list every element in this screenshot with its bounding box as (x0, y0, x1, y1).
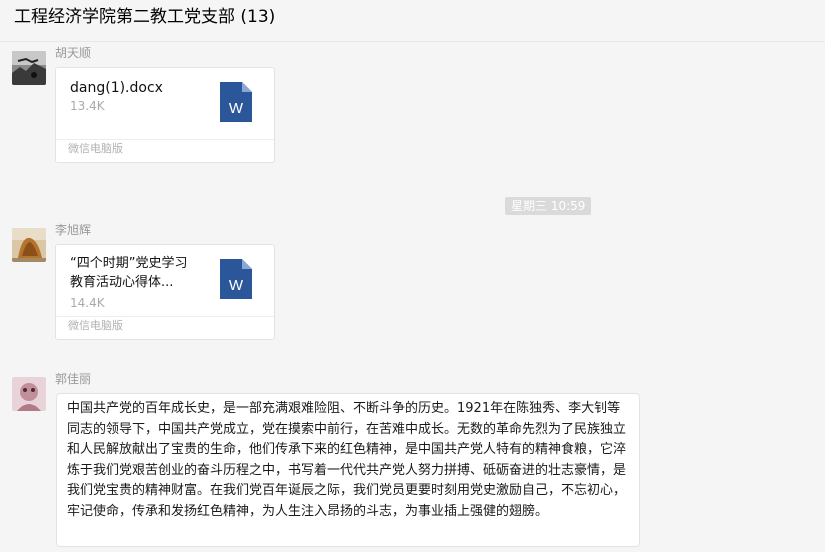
avatar[interactable] (12, 377, 46, 411)
message-text: 中国共产党的百年成长史，是一部充满艰难险阻、不断斗争的历史。1921年在陈独秀、… (67, 401, 627, 519)
file-source: 微信电脑版 (68, 142, 123, 155)
file-source: 微信电脑版 (68, 319, 123, 332)
time-divider: 星期三 10:59 (505, 197, 592, 215)
sender-name: 胡天顺 (55, 46, 92, 60)
file-name: “四个时期”党史学习教育活动心得体... (70, 256, 188, 290)
card-divider (56, 316, 274, 317)
svg-text:W: W (229, 100, 244, 117)
avatar[interactable] (12, 51, 46, 85)
card-divider (56, 139, 274, 140)
chat-title: 工程经济学院第二教工党支部 (13) (14, 7, 276, 27)
file-size: 14.4K (70, 296, 105, 310)
sender-name: 郭佳丽 (55, 372, 92, 386)
file-size: 13.4K (70, 99, 105, 113)
avatar[interactable] (12, 228, 46, 262)
chat-title-bar: 工程经济学院第二教工党支部 (13) (0, 0, 825, 42)
file-message[interactable]: dang(1).docx 13.4K W 微信电脑版 (55, 67, 275, 163)
text-message-bubble[interactable]: 中国共产党的百年成长史，是一部充满艰难险阻、不断斗争的历史。1921年在陈独秀、… (56, 393, 640, 547)
sender-name: 李旭辉 (55, 223, 92, 237)
word-doc-icon: W (220, 82, 252, 122)
file-name: dang(1).docx (70, 80, 163, 96)
file-message[interactable]: “四个时期”党史学习教育活动心得体... 14.4K W 微信电脑版 (55, 244, 275, 340)
svg-text:W: W (229, 277, 244, 294)
word-doc-icon: W (220, 259, 252, 299)
